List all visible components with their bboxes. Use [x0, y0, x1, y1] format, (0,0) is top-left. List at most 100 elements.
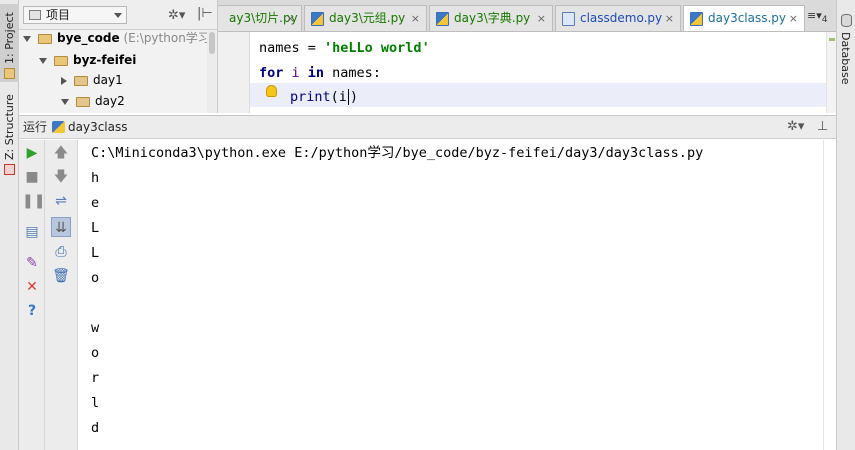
- more-tabs-count: 4: [821, 14, 828, 26]
- arrow-up-icon[interactable]: 🡅: [51, 143, 71, 163]
- arrow-down-icon[interactable]: 🡇: [51, 167, 71, 187]
- close-icon[interactable]: ×: [665, 6, 674, 31]
- pause-button[interactable]: ❚❚: [22, 191, 45, 211]
- tree-item-byz-feifei[interactable]: byz-feifei: [39, 51, 136, 69]
- run-panel-header: 运行 day3class ✲▾ ⊥: [19, 115, 836, 139]
- run-console[interactable]: C:\Miniconda3\python.exe E:/python学习/bye…: [78, 140, 836, 450]
- close-icon[interactable]: ×: [789, 6, 798, 31]
- python-file-icon: [436, 12, 449, 26]
- split-icon[interactable]: |⊢: [197, 6, 213, 21]
- close-icon[interactable]: ×: [537, 6, 546, 31]
- tree-item-label: bye_code: [57, 31, 120, 45]
- pin-icon[interactable]: ✎: [22, 253, 42, 273]
- run-panel-title: 运行: [23, 120, 48, 134]
- tree-item-day1[interactable]: day1: [61, 71, 123, 89]
- run-toolbar-secondary: 🡅 🡇 ⇌ ⇊ ⎙ 🗑: [45, 140, 78, 450]
- project-view-icon: [29, 10, 41, 20]
- console-command-line: C:\Miniconda3\python.exe E:/python学习/bye…: [91, 145, 704, 161]
- editor-tab[interactable]: ay3\切片.py ×: [218, 5, 302, 31]
- run-toolbar-primary: ▶ ■ ❚❚ ▤ ✎ ✕ ?: [19, 140, 45, 450]
- database-icon: [841, 14, 852, 27]
- folder-icon: [38, 33, 52, 44]
- project-scrollbar[interactable]: [207, 30, 217, 113]
- expand-arrow-icon[interactable]: [61, 98, 69, 105]
- editor-tab[interactable]: classdemo.py ×: [555, 5, 681, 31]
- editor-scrollbar[interactable]: [826, 32, 836, 113]
- gear-icon[interactable]: ✲▾: [168, 8, 185, 23]
- project-panel: 项目 ✲▾ |⊢ bye_code (E:\python学习\ byz-feif…: [19, 0, 218, 113]
- restore-layout-button[interactable]: ▤: [22, 222, 42, 242]
- scroll-to-end-icon[interactable]: ⇊: [51, 217, 71, 237]
- code-token: names: [259, 40, 300, 56]
- project-view-selector[interactable]: 项目: [23, 6, 127, 24]
- structure-tool-tab-label: Z: Structure: [3, 94, 16, 160]
- close-icon[interactable]: ×: [286, 6, 295, 31]
- project-tool-tab-label: 1: Project: [3, 12, 16, 64]
- trash-icon[interactable]: 🗑: [51, 266, 71, 286]
- python-file-icon: [562, 12, 575, 26]
- project-tool-tab[interactable]: 1: Project: [0, 4, 19, 82]
- rerun-button[interactable]: ▶: [22, 143, 42, 163]
- hide-panel-icon[interactable]: ⊥: [817, 116, 828, 138]
- package-folder-icon: [74, 75, 88, 86]
- code-line-2[interactable]: for i in names:: [259, 61, 381, 85]
- editor-tab[interactable]: day3\字典.py ×: [429, 5, 553, 31]
- run-config-label: day3class: [68, 120, 128, 134]
- keyword-token: in: [307, 65, 325, 81]
- expand-arrow-icon[interactable]: [23, 35, 31, 42]
- console-right-margin: [823, 140, 824, 450]
- help-icon[interactable]: ?: [22, 301, 42, 321]
- structure-tool-tab[interactable]: Z: Structure: [0, 94, 19, 178]
- console-output-line: e: [91, 195, 100, 211]
- stop-button[interactable]: ■: [22, 167, 42, 187]
- code-editor[interactable]: names = 'heLLo world' for i in names: pr…: [218, 32, 836, 113]
- folder-icon: [54, 55, 68, 66]
- close-icon[interactable]: ✕: [22, 277, 42, 297]
- code-token: (i: [330, 89, 347, 105]
- editor-tab-label: day3\字典.py: [454, 11, 531, 25]
- python-file-icon: [690, 12, 703, 26]
- chevron-down-icon: [114, 13, 122, 18]
- builtin-token: print: [290, 89, 331, 105]
- variable-token: i: [283, 65, 308, 81]
- structure-icon: [4, 164, 15, 175]
- console-output-line: d: [91, 420, 100, 436]
- text-caret: [347, 89, 349, 105]
- project-view-selector-label: 项目: [46, 8, 71, 22]
- code-line-1[interactable]: names = 'heLLo world': [259, 36, 430, 60]
- code-token: =: [299, 40, 325, 56]
- editor-tab-label: day3\元组.py: [329, 11, 406, 25]
- soft-wrap-icon[interactable]: ⇌: [51, 191, 71, 211]
- gear-icon[interactable]: ✲▾: [787, 116, 804, 138]
- left-tool-strip: 1: Project Z: Structure: [0, 0, 19, 450]
- run-config-tab[interactable]: day3class: [52, 116, 128, 138]
- tab-list-icon: ≡▾: [807, 9, 822, 22]
- console-output-line: L: [91, 245, 100, 261]
- editor-gutter: [218, 32, 250, 113]
- tree-item-bye-code[interactable]: bye_code (E:\python学习\: [23, 29, 214, 47]
- more-tabs-button[interactable]: ≡▾4: [807, 9, 828, 25]
- editor-tab-label: day3class.py: [708, 11, 787, 25]
- database-tool-tab[interactable]: Database: [839, 32, 852, 85]
- scrollbar-thumb[interactable]: [209, 32, 215, 54]
- lightbulb-icon[interactable]: [266, 85, 277, 97]
- editor-tab-active[interactable]: day3class.py ×: [683, 5, 805, 31]
- collapse-arrow-icon[interactable]: [61, 76, 67, 85]
- console-output-line: w: [91, 320, 100, 336]
- code-line-3[interactable]: print(i): [290, 85, 358, 109]
- right-tool-strip: Database: [836, 0, 855, 450]
- folder-icon: [4, 68, 15, 79]
- editor-tab[interactable]: day3\元组.py ×: [304, 5, 427, 31]
- tree-item-label: byz-feifei: [73, 53, 137, 67]
- tree-item-day2[interactable]: day2: [61, 92, 125, 110]
- console-output-line: o: [91, 270, 100, 286]
- expand-arrow-icon[interactable]: [39, 57, 47, 64]
- console-output-line: r: [91, 370, 100, 386]
- keyword-token: for: [259, 65, 284, 81]
- close-icon[interactable]: ×: [411, 6, 420, 31]
- console-output-line: l: [91, 395, 100, 411]
- python-file-icon: [52, 121, 65, 133]
- ide-window: 1: Project Z: Structure Database 项目 ✲▾ |…: [0, 0, 855, 450]
- print-icon[interactable]: ⎙: [51, 242, 71, 262]
